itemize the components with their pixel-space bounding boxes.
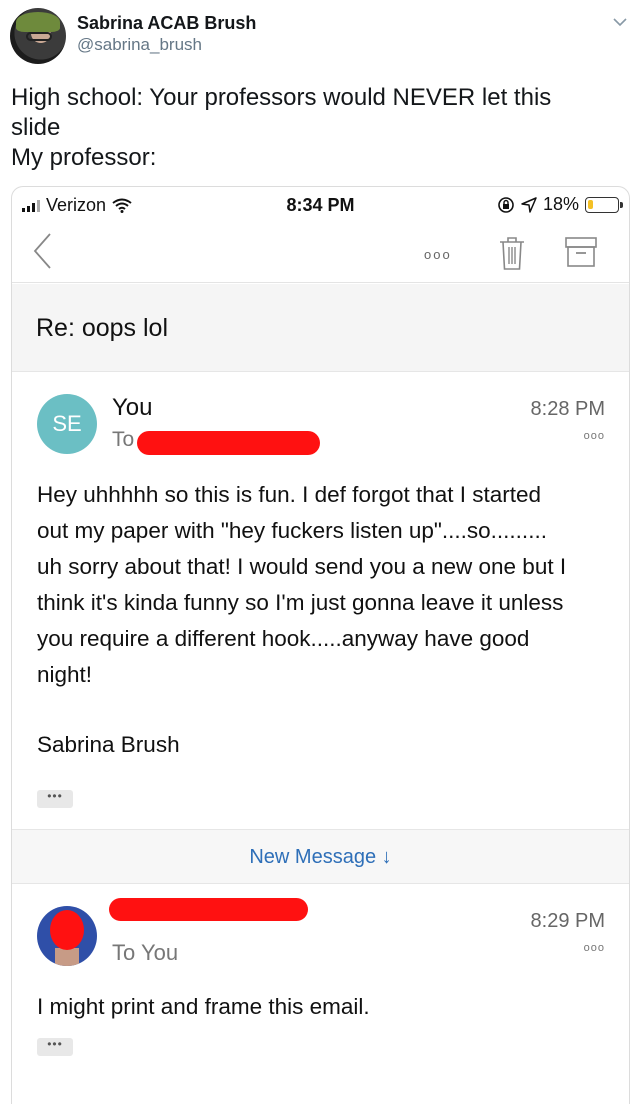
- new-message-link[interactable]: New Message ↓: [12, 846, 629, 869]
- show-quoted-button[interactable]: •••: [37, 790, 73, 808]
- email-subject: Re: oops lol: [36, 314, 169, 342]
- avatar: SE: [37, 394, 97, 454]
- more-icon[interactable]: ooo: [424, 247, 452, 262]
- chevron-down-icon[interactable]: [612, 14, 628, 30]
- message-line: you require a different hook.....anyway …: [37, 626, 530, 651]
- redaction-mark: [109, 898, 308, 921]
- more-icon[interactable]: ooo: [584, 942, 605, 954]
- message-line: think it's kinda funny so I'm just gonna…: [37, 590, 564, 615]
- avatar[interactable]: [10, 8, 66, 64]
- recipient-label: To: [112, 428, 135, 451]
- recipient-label: To You: [112, 940, 179, 965]
- redaction-mark: [137, 431, 320, 455]
- email-message[interactable]: To You 8:29 PM ooo I might print and fra…: [12, 884, 629, 1104]
- tweet-text-line: slide: [11, 114, 61, 141]
- display-name[interactable]: Sabrina ACAB Brush: [77, 13, 256, 34]
- show-quoted-button[interactable]: •••: [37, 1038, 73, 1056]
- message-line: Hey uhhhhh so this is fun. I def forgot …: [37, 482, 542, 507]
- subject-bar: Re: oops lol: [12, 284, 629, 372]
- tweet-text-line: High school: Your professors would NEVER…: [11, 84, 552, 111]
- user-handle[interactable]: @sabrina_brush: [77, 35, 202, 55]
- new-message-bar[interactable]: New Message ↓: [12, 830, 629, 884]
- battery-icon: [585, 196, 623, 213]
- message-time: 8:28 PM: [530, 398, 605, 420]
- battery-percent: 18%: [542, 194, 579, 214]
- message-line: out my paper with "hey fuckers listen up…: [37, 518, 547, 543]
- message-body: I might print and frame this email.: [37, 994, 370, 1019]
- sender-name: You: [112, 394, 153, 421]
- lock-rotation-icon: [498, 196, 514, 213]
- message-line: night!: [37, 662, 93, 687]
- status-bar: Verizon 8:34 PM 18%: [12, 187, 629, 223]
- signature: Sabrina Brush: [37, 732, 180, 757]
- email-toolbar: ooo: [12, 223, 629, 283]
- email-message[interactable]: SE You To 8:28 PM ooo Hey uhhhhh so this…: [12, 372, 629, 830]
- archive-icon[interactable]: [564, 235, 598, 269]
- tweet-text-line: My professor:: [11, 144, 157, 171]
- tweet-text: High school: Your professors would NEVER…: [11, 83, 621, 173]
- tweet-media-image[interactable]: Verizon 8:34 PM 18% ooo Re: oops lol SE …: [11, 186, 630, 1104]
- back-icon[interactable]: [30, 231, 54, 271]
- message-body: Hey uhhhhh so this is fun. I def forgot …: [37, 477, 607, 693]
- more-icon[interactable]: ooo: [584, 430, 605, 442]
- trash-icon[interactable]: [498, 235, 526, 271]
- message-line: uh sorry about that! I would send you a …: [37, 554, 567, 579]
- location-icon: [521, 196, 537, 213]
- tweet-header: Sabrina ACAB Brush @sabrina_brush: [0, 0, 640, 76]
- avatar: [37, 906, 97, 966]
- message-time: 8:29 PM: [530, 910, 605, 932]
